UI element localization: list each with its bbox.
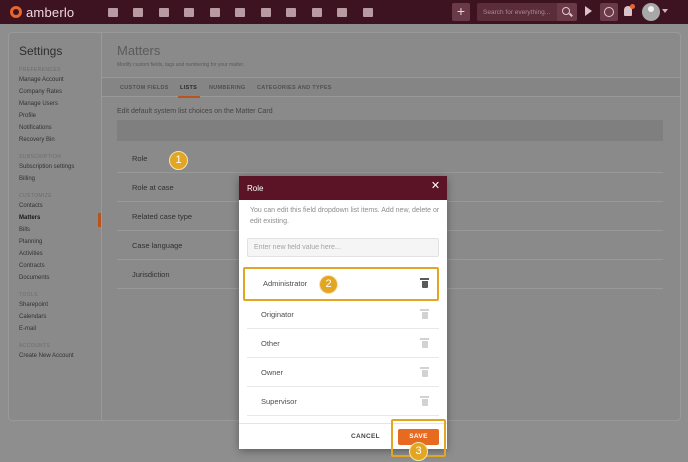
trash-icon[interactable] <box>420 396 429 406</box>
sidebar-item-sharepoint[interactable]: Sharepoint <box>19 302 48 308</box>
option-label: Originator <box>261 310 294 319</box>
logo-text: amberlo <box>26 4 75 20</box>
top-bar: amberlo + <box>0 0 688 24</box>
option-label: Administrator <box>263 279 308 288</box>
tab-lists[interactable]: LISTS <box>180 85 197 91</box>
list-item[interactable]: Role <box>117 144 663 173</box>
avatar[interactable] <box>642 3 660 21</box>
cancel-button[interactable]: CANCEL <box>351 433 380 440</box>
role-dialog: Role ✕ You can edit this field dropdown … <box>239 176 447 449</box>
sidebar-item-email[interactable]: E-mail <box>19 326 36 332</box>
dashboard-icon[interactable] <box>100 0 126 24</box>
list-item-label: Case language <box>132 241 183 250</box>
callout-badge-3: 3 <box>409 442 428 461</box>
sidebar-item-create-new-account[interactable]: Create New Account <box>19 353 74 359</box>
sidebar-item-contacts[interactable]: Contacts <box>19 203 43 209</box>
list-item-label: Role <box>132 154 148 163</box>
new-value-field <box>247 238 439 257</box>
logo-icon <box>10 6 22 18</box>
option-label: Other <box>261 339 280 348</box>
sidebar-item-matters[interactable]: Matters <box>19 215 40 221</box>
logo[interactable]: amberlo <box>10 5 90 20</box>
active-tab-indicator <box>178 96 200 98</box>
sidebar-group-customize: CUSTOMIZE <box>19 193 52 199</box>
section-heading: Edit default system list choices on the … <box>117 108 273 115</box>
tab-numbering[interactable]: NUMBERING <box>209 85 246 91</box>
sidebar-group-tools: TOOLS <box>19 292 38 298</box>
contacts-icon[interactable] <box>126 0 152 24</box>
option-label: Owner <box>261 368 284 377</box>
trash-icon[interactable] <box>420 278 429 288</box>
trash-icon[interactable] <box>420 309 429 319</box>
tab-custom-fields[interactable]: CUSTOM FIELDS <box>120 85 169 91</box>
sidebar-item-company-rates[interactable]: Company Rates <box>19 89 62 95</box>
activity-icon[interactable] <box>253 0 279 24</box>
sidebar-item-bills[interactable]: Bills <box>19 227 30 233</box>
folder-icon[interactable] <box>279 0 305 24</box>
sidebar-item-documents[interactable]: Documents <box>19 275 49 281</box>
callout-badge-1: 1 <box>169 151 188 170</box>
sidebar-item-manage-users[interactable]: Manage Users <box>19 101 58 107</box>
sidebar-group-accounts: ACCOUNTS <box>19 343 51 349</box>
matters-icon[interactable] <box>151 0 177 24</box>
add-button[interactable]: + <box>452 3 470 21</box>
dialog-title: Role <box>247 184 264 193</box>
settings-sidebar: Settings PREFERENCES Manage Account Comp… <box>9 33 102 420</box>
trash-icon[interactable] <box>420 367 429 377</box>
sidebar-item-notifications[interactable]: Notifications <box>19 125 52 131</box>
trash-icon[interactable] <box>420 338 429 348</box>
dialog-header: Role ✕ <box>239 176 447 200</box>
sidebar-item-manage-account[interactable]: Manage Account <box>19 77 64 83</box>
lists-table-header <box>117 120 663 141</box>
page-title: Matters <box>117 43 161 58</box>
close-icon[interactable]: ✕ <box>430 181 441 192</box>
dialog-description: You can edit this field dropdown list it… <box>250 207 440 225</box>
notification-dot <box>630 4 635 9</box>
sidebar-item-recovery-bin[interactable]: Recovery Bin <box>19 137 55 143</box>
main-nav <box>100 0 381 24</box>
list-item[interactable]: Supervisor <box>247 387 439 416</box>
sidebar-group-preferences: PREFERENCES <box>19 67 61 73</box>
list-item-administrator[interactable]: Administrator <box>243 267 439 301</box>
timer-icon[interactable] <box>600 3 618 21</box>
list-item-label: Related case type <box>132 212 193 221</box>
reports-icon[interactable] <box>355 0 381 24</box>
billing-icon[interactable] <box>202 0 228 24</box>
global-search <box>477 3 577 21</box>
sidebar-item-contracts[interactable]: Contracts <box>19 263 45 269</box>
option-label: Supervisor <box>261 397 297 406</box>
sidebar-title: Settings <box>19 44 63 58</box>
search-input[interactable] <box>477 3 555 21</box>
page-subtitle: Modify custom fields, tags and numbering… <box>117 62 245 68</box>
sidebar-item-billing[interactable]: Billing <box>19 176 35 182</box>
sidebar-active-indicator <box>98 213 101 227</box>
play-icon[interactable] <box>585 6 592 16</box>
mail-icon[interactable] <box>330 0 356 24</box>
new-value-input[interactable] <box>248 239 438 256</box>
list-item[interactable]: Other <box>247 329 439 358</box>
sidebar-item-activities[interactable]: Activities <box>19 251 43 257</box>
list-item[interactable]: Owner <box>247 358 439 387</box>
settings-tabs: CUSTOM FIELDS LISTS NUMBERING CATEGORIES… <box>102 77 680 98</box>
documents-icon[interactable] <box>177 0 203 24</box>
search-icon[interactable] <box>557 3 577 21</box>
sidebar-item-profile[interactable]: Profile <box>19 113 36 119</box>
list-item[interactable]: Originator <box>247 300 439 329</box>
sidebar-group-subscription: SUBSCRIPTION <box>19 154 62 160</box>
list-item-label: Jurisdiction <box>132 270 170 279</box>
list-item-label: Role at case <box>132 183 174 192</box>
calendar-icon[interactable] <box>228 0 254 24</box>
chevron-down-icon[interactable] <box>662 9 668 13</box>
notes-icon[interactable] <box>304 0 330 24</box>
sidebar-item-planning[interactable]: Planning <box>19 239 42 245</box>
sidebar-item-subscription-settings[interactable]: Subscription settings <box>19 164 74 170</box>
callout-badge-2: 2 <box>319 275 338 294</box>
sidebar-item-calendars[interactable]: Calendars <box>19 314 46 320</box>
tab-categories-and-types[interactable]: CATEGORIES AND TYPES <box>257 85 332 91</box>
